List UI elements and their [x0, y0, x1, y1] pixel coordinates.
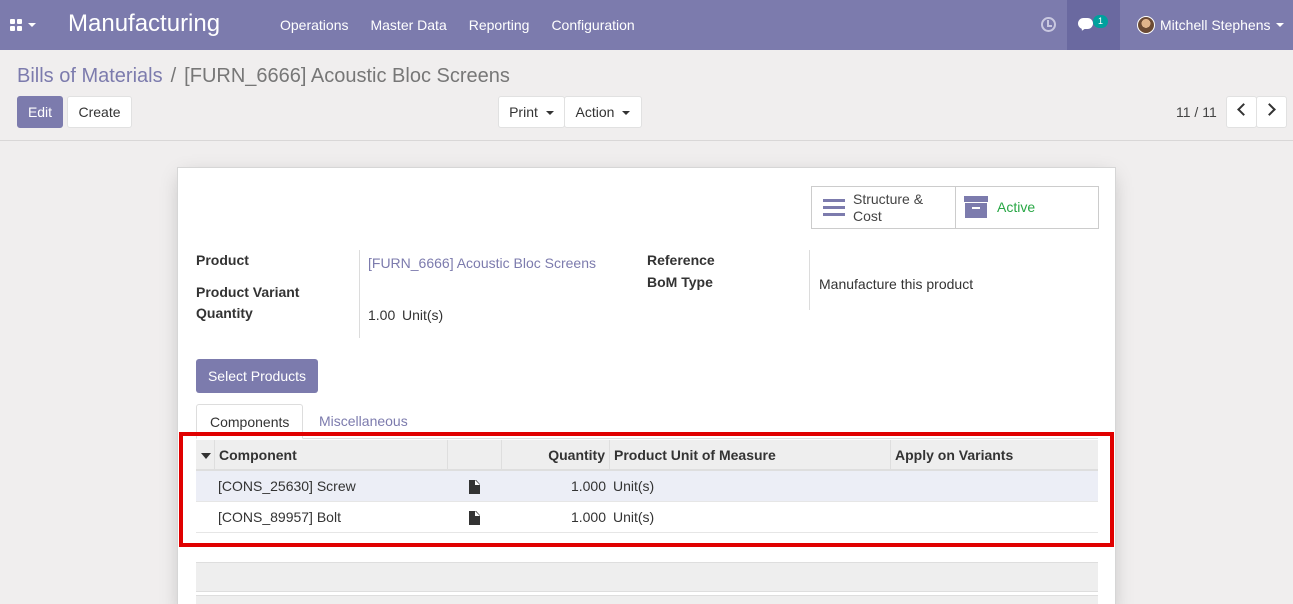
- product-variant-label: Product Variant: [196, 284, 300, 300]
- field-divider: [359, 250, 360, 338]
- structure-cost-label: Structure & Cost: [853, 191, 923, 225]
- caret-down-icon: [1275, 23, 1284, 27]
- bom-type-label: BoM Type: [647, 274, 713, 290]
- action-dropdown[interactable]: Action: [564, 96, 642, 128]
- menu-reporting[interactable]: Reporting: [458, 0, 541, 50]
- avatar: [1137, 16, 1155, 34]
- print-dropdown[interactable]: Print: [498, 96, 565, 128]
- pager-next-button[interactable]: [1256, 96, 1287, 128]
- menu-operations[interactable]: Operations: [269, 0, 359, 50]
- active-toggle-button[interactable]: Active: [955, 187, 1098, 228]
- breadcrumb-separator: /: [170, 65, 177, 87]
- top-navbar: Manufacturing Operations Master Data Rep…: [0, 0, 1293, 50]
- product-value[interactable]: [FURN_6666] Acoustic Bloc Screens: [368, 255, 596, 271]
- breadcrumb-current: [FURN_6666] Acoustic Bloc Screens: [184, 65, 510, 87]
- user-name: Mitchell Stephens: [1160, 17, 1271, 33]
- messaging-button[interactable]: 1: [1067, 0, 1120, 50]
- reference-label: Reference: [647, 252, 715, 268]
- quantity-value: 1.00: [368, 307, 396, 323]
- smart-button-box: Structure & Cost Active: [811, 186, 1099, 229]
- user-menu[interactable]: Mitchell Stephens: [1137, 0, 1284, 50]
- next-section-bar: [196, 595, 1098, 604]
- control-panel: Bills of Materials / [FURN_6666] Acousti…: [0, 50, 1293, 141]
- archive-icon: [964, 196, 988, 218]
- chevron-left-icon: [1237, 103, 1250, 116]
- menu-master-data[interactable]: Master Data: [359, 0, 457, 50]
- create-button[interactable]: Create: [67, 96, 132, 128]
- field-divider: [809, 250, 810, 310]
- chat-bubble-icon: [1078, 18, 1093, 29]
- product-label: Product: [196, 252, 249, 268]
- quantity-uom: Unit(s): [402, 307, 444, 323]
- apps-grid-icon: [10, 19, 22, 31]
- pager-value[interactable]: 11 / 11: [1176, 104, 1217, 120]
- caret-down-icon: [545, 111, 554, 116]
- action-label: Action: [575, 104, 615, 120]
- structure-cost-line1: Structure &: [853, 191, 924, 207]
- structure-cost-button[interactable]: Structure & Cost: [812, 187, 955, 228]
- chat-count-badge: 1: [1093, 15, 1108, 28]
- main-menu: Operations Master Data Reporting Configu…: [269, 0, 646, 50]
- highlight-box: [179, 432, 1114, 547]
- table-footer: [196, 562, 1098, 592]
- breadcrumb-parent[interactable]: Bills of Materials: [17, 64, 163, 88]
- print-label: Print: [509, 104, 538, 120]
- select-products-button[interactable]: Select Products: [196, 359, 318, 393]
- menu-configuration[interactable]: Configuration: [540, 0, 645, 50]
- app-brand[interactable]: Manufacturing: [68, 10, 220, 38]
- breadcrumb: Bills of Materials / [FURN_6666] Acousti…: [17, 64, 510, 88]
- structure-cost-line2: Cost: [853, 208, 882, 224]
- caret-down-icon: [622, 111, 631, 116]
- apps-menu-button[interactable]: [10, 15, 42, 35]
- activity-clock-icon[interactable]: [1041, 17, 1056, 32]
- edit-button[interactable]: Edit: [17, 96, 63, 128]
- caret-down-icon: [28, 23, 36, 27]
- active-label: Active: [997, 199, 1036, 215]
- bars-icon: [823, 199, 845, 220]
- chevron-right-icon: [1263, 103, 1276, 116]
- quantity-label: Quantity: [196, 305, 253, 321]
- pager-previous-button[interactable]: [1226, 96, 1257, 128]
- bom-type-value: Manufacture this product: [819, 276, 974, 292]
